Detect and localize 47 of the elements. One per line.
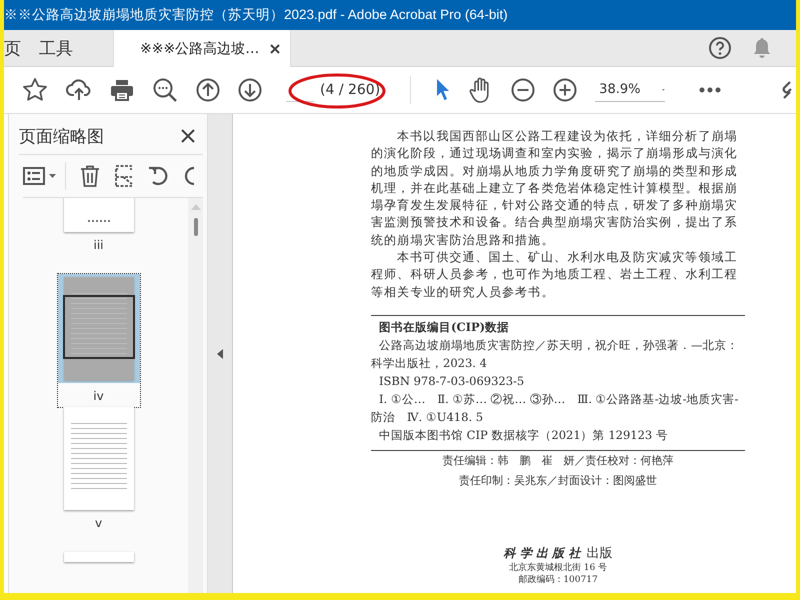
cursor-icon[interactable] — [435, 78, 452, 102]
page-thumbnail[interactable] — [64, 552, 134, 562]
star-icon[interactable] — [22, 77, 48, 103]
arrow-down-icon[interactable] — [238, 78, 262, 102]
zoom-dropdown[interactable]: 38.9% — [595, 78, 666, 102]
cip-line: 公路高边坡崩塌地质灾害防控／苏天明，祝介旺，孙强著．—北京：科学出版社，2023. 4 — [371, 336, 740, 372]
rotate-left-icon[interactable] — [148, 165, 170, 187]
page-label: v — [94, 515, 102, 532]
close-tab-icon[interactable] — [270, 44, 280, 54]
tab[interactable]: 工具 — [39, 30, 87, 66]
publisher-label: 出版 — [586, 546, 612, 562]
scrollbar[interactable] — [188, 198, 203, 593]
page-label: iv — [58, 383, 140, 407]
cip-line: ISBN 978-7-03-069323-5 — [378, 372, 526, 390]
crop-page-icon[interactable] — [114, 165, 134, 187]
cip-line: 中国版本图书馆 CIP 数据核字（2021）第 129123 号 — [378, 426, 669, 444]
tab[interactable]: 页 — [4, 30, 39, 66]
cloud-upload-icon[interactable] — [66, 78, 92, 102]
view-area-frame — [62, 295, 134, 359]
zoom-out-icon[interactable] — [511, 78, 536, 102]
more-icon[interactable] — [699, 87, 722, 93]
credit-line: 责任编辑：韩 鹏 崔 妍／责任校对：何艳萍 — [442, 452, 674, 469]
publisher-name: 科 学 出 版 社 — [504, 544, 580, 561]
page-count: (4 / 260) — [320, 82, 380, 98]
address-line: 北京东黄城根北街 16 号 — [508, 562, 608, 574]
tab[interactable]: ※※※公路高边坡… — [113, 30, 291, 67]
zoom-search-icon[interactable] — [152, 77, 178, 103]
panel-title: 页面缩略图 — [19, 126, 104, 148]
paragraph: 本书可供交通、国土、矿山、水利水电及防灾减灾等领域工程师、科研人员参考，也可作为地质工程、岩土工程、水利工程等相关专业的研究人员参考书。 — [371, 249, 739, 301]
paragraph: 本书以我国西部山区公路工程建设为依托，详细分析了崩塌的演化阶段，通过现场调查和室内实验，揭示了崩塌形成与演化的地质学成因。对崩塌从地质力学角度研究了崩塌的类型和形成机理，并在此基础上建立了各类危岩体稳定性计算模型。根据崩塌孕育发生发展特征，针对公路交通的特点，研发了多种崩塌灾害监测预警技术和设备。结合典型崩塌灾害防治实例，提出了系统的崩塌灾害防治思路和措施。 — [371, 128, 739, 249]
close-icon[interactable] — [181, 129, 195, 143]
cip-line: Ⅰ. ①公… Ⅱ. ①苏… ②祝… ③孙… Ⅲ. ①公路路基-边坡-地质灾害-防治 Ⅳ. ①U418. 5 — [371, 390, 740, 426]
page-label: iii — [93, 237, 104, 254]
arrow-up-icon[interactable] — [196, 78, 220, 102]
address-line: 邮政编码：100717 — [517, 574, 599, 586]
page-thumbnail[interactable]: iv — [58, 274, 140, 407]
help-icon[interactable] — [708, 36, 732, 60]
print-icon[interactable] — [110, 78, 134, 102]
scroll-thumb[interactable] — [194, 218, 198, 236]
trash-icon[interactable] — [80, 165, 100, 187]
window-title: ※※公路高边坡崩塌地质灾害防控（苏天明）2023.pdf - Adobe Acrobat Pro (64-bit) — [4, 6, 508, 24]
zoom-in-icon[interactable] — [553, 78, 578, 102]
list-options-icon[interactable] — [23, 167, 57, 185]
rotate-right-icon[interactable] — [184, 165, 194, 187]
cip-heading: 图书在版编目(CIP)数据 — [378, 318, 510, 336]
collapse-icon[interactable] — [217, 348, 223, 358]
credit-line: 责任印制：吴兆东／封面设计：图阅盛世 — [458, 472, 658, 489]
